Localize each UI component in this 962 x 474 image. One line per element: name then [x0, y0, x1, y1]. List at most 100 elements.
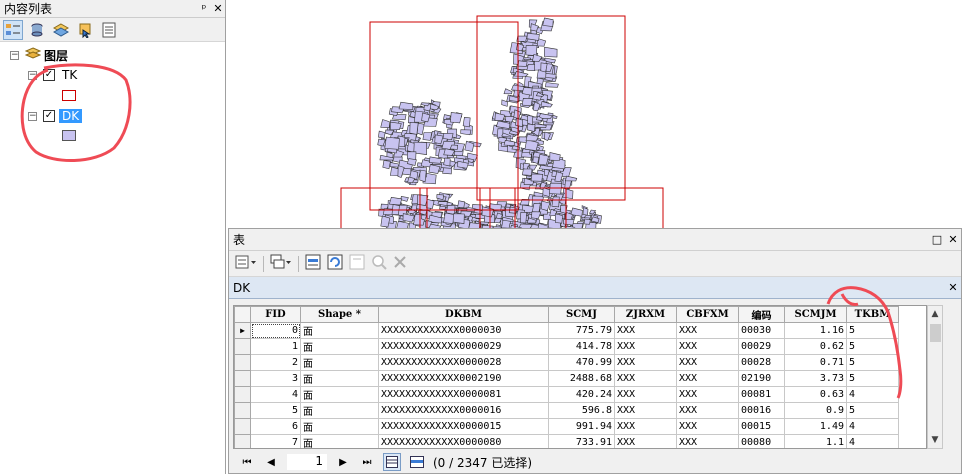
parcel-polygon[interactable] [378, 130, 386, 139]
table-cell[interactable]: XXXXXXXXXXXXX0000081 [378, 386, 549, 403]
table-cell[interactable]: 1.1 [784, 434, 847, 448]
table-cell[interactable]: 00081 [738, 386, 785, 403]
parcel-polygon[interactable] [515, 117, 523, 128]
column-header[interactable]: SCMJM [784, 306, 847, 323]
related-tables-icon[interactable] [270, 254, 292, 273]
parcel-polygon[interactable] [521, 168, 533, 176]
parcel-polygon[interactable] [541, 200, 551, 211]
table-cell[interactable]: 775.79 [548, 322, 615, 339]
table-cell[interactable]: 1 [250, 338, 301, 355]
parcel-polygon[interactable] [398, 101, 414, 110]
parcel-polygon[interactable] [543, 46, 558, 58]
table-row[interactable]: 5 面 XXXXXXXXXXXXX0000016 596.8 XXX XXX 00016 0.… [234, 402, 899, 419]
layer-row-dk[interactable]: − ✓ DK [28, 107, 83, 125]
parcel-polygon[interactable] [551, 196, 560, 208]
zoom-to-selected-icon[interactable] [371, 254, 387, 273]
parcel-polygon[interactable] [422, 132, 433, 141]
table-cell[interactable]: 0 [250, 322, 301, 339]
clear-selection-icon[interactable] [349, 254, 365, 273]
last-record-icon[interactable]: ⏭ [359, 454, 375, 470]
parcel-polygon[interactable] [449, 144, 459, 150]
table-cell[interactable]: XXX [676, 322, 739, 339]
table-cell[interactable]: XXX [614, 386, 677, 403]
parcel-polygon[interactable] [406, 141, 415, 153]
parcel-polygon[interactable] [521, 97, 533, 107]
table-cell[interactable]: 470.99 [548, 354, 615, 371]
pin-icon[interactable]: ᵖ [197, 2, 211, 15]
collapse-icon[interactable]: − [28, 70, 37, 80]
table-cell[interactable]: 面 [300, 338, 379, 355]
table-row[interactable]: 1 面 XXXXXXXXXXXXX0000029 414.78 XXX XXX 00029 0… [234, 338, 899, 355]
select-by-attributes-icon[interactable] [305, 254, 321, 273]
parcel-polygon[interactable] [452, 213, 465, 224]
attribute-grid[interactable]: FID Shape * DKBM SCMJ ZJRXM CBFXM 编码 SCM… [233, 305, 927, 449]
table-cell[interactable]: XXXXXXXXXXXXX0000028 [378, 354, 549, 371]
table-cell[interactable]: 733.91 [548, 434, 615, 448]
table-cell[interactable]: XXX [614, 418, 677, 435]
table-cell[interactable]: 面 [300, 322, 379, 339]
table-cell[interactable]: 00030 [738, 322, 785, 339]
current-row-indicator-icon[interactable]: ▶ [234, 322, 251, 339]
delete-selected-icon[interactable] [393, 255, 407, 272]
table-cell[interactable]: 02190 [738, 370, 785, 387]
parcel-polygon[interactable] [380, 215, 391, 228]
row-selector[interactable] [234, 402, 251, 419]
table-cell[interactable]: 面 [300, 434, 379, 448]
table-row[interactable]: 6 面 XXXXXXXXXXXXX0000015 991.94 XXX XXX 00015 1… [234, 418, 899, 435]
layer-label-dk[interactable]: DK [59, 109, 83, 123]
parcel-polygon[interactable] [443, 157, 451, 167]
parcel-polygon[interactable] [519, 211, 528, 224]
table-cell[interactable]: 5 [846, 402, 899, 419]
scroll-up-icon[interactable]: ▲ [928, 306, 942, 322]
table-row[interactable]: 3 面 XXXXXXXXXXXXX0002190 2488.68 XXX XXX 02190… [234, 370, 899, 387]
parcel-polygon[interactable] [526, 123, 536, 132]
table-row[interactable]: 4 面 XXXXXXXXXXXXX0000081 420.24 XXX XXX 00081 0… [234, 386, 899, 403]
show-selected-records-icon[interactable] [409, 454, 425, 470]
table-cell[interactable]: 3 [250, 370, 301, 387]
parcel-polygon[interactable] [549, 182, 563, 195]
table-cell[interactable]: XXX [676, 370, 739, 387]
row-selector[interactable] [234, 338, 251, 355]
parcel-polygon[interactable] [390, 121, 402, 131]
parcel-polygon[interactable] [503, 88, 513, 95]
parcel-polygon[interactable] [562, 218, 575, 226]
table-cell[interactable]: XXX [614, 354, 677, 371]
table-cell[interactable]: XXX [614, 338, 677, 355]
switch-selection-icon[interactable] [327, 254, 343, 273]
dk-symbol-swatch[interactable] [62, 130, 76, 141]
layer-label-tk[interactable]: TK [59, 68, 80, 82]
table-cell[interactable]: XXX [614, 402, 677, 419]
parcel-polygon[interactable] [421, 214, 428, 221]
list-by-visibility-icon[interactable] [51, 20, 71, 40]
table-cell[interactable]: 5 [846, 370, 899, 387]
vertical-scrollbar[interactable]: ▲ ▼ [927, 305, 943, 449]
table-cell[interactable]: 991.94 [548, 418, 615, 435]
map-view[interactable] [233, 0, 962, 230]
table-cell[interactable]: 4 [846, 434, 899, 448]
collapse-icon[interactable]: − [28, 111, 37, 121]
table-cell[interactable]: 0.63 [784, 386, 847, 403]
table-cell[interactable]: XXXXXXXXXXXXX0000029 [378, 338, 549, 355]
table-cell[interactable]: 面 [300, 386, 379, 403]
table-cell[interactable]: XXXXXXXXXXXXX0000030 [378, 322, 549, 339]
table-cell[interactable]: 5 [846, 338, 899, 355]
table-cell[interactable]: XXX [676, 434, 739, 448]
table-cell[interactable]: 00015 [738, 418, 785, 435]
parcel-polygon[interactable] [583, 218, 591, 225]
table-cell[interactable]: 6 [250, 418, 301, 435]
parcel-polygon[interactable] [389, 196, 403, 206]
show-all-records-icon[interactable] [383, 453, 401, 471]
column-header[interactable]: ZJRXM [614, 306, 677, 323]
layer-row-tk[interactable]: − ✓ TK [28, 66, 80, 84]
map-canvas[interactable] [233, 0, 962, 230]
list-by-source-icon[interactable] [27, 20, 47, 40]
table-cell[interactable]: 1.16 [784, 322, 847, 339]
parcel-polygon[interactable] [450, 112, 463, 124]
parcel-polygon[interactable] [531, 211, 542, 220]
table-cell[interactable]: 00028 [738, 354, 785, 371]
table-cell[interactable]: 面 [300, 402, 379, 419]
row-selector[interactable] [234, 370, 251, 387]
table-cell[interactable]: 0.71 [784, 354, 847, 371]
table-cell[interactable]: 4 [846, 386, 899, 403]
table-row[interactable]: ▶ 0 面 XXXXXXXXXXXXX0000030 775.79 XXX XXX 00030… [234, 322, 899, 339]
